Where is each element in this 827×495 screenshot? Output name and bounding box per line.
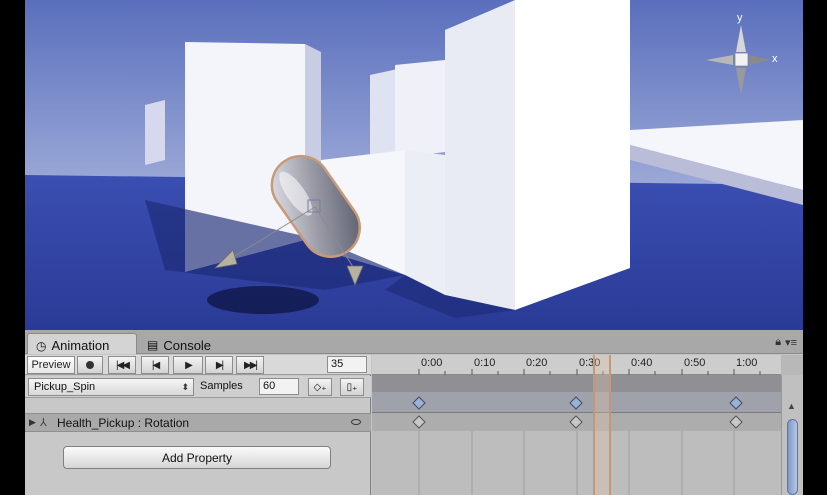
- last-key-button[interactable]: ▶▶|: [236, 356, 264, 374]
- tick-label: 0:20: [526, 357, 548, 369]
- dopesheet-timeline[interactable]: 0:00 0:10 0:20 0:30 0:40 0:50 1:00 ▲: [372, 355, 803, 495]
- vertical-scrollbar[interactable]: ▲: [781, 375, 803, 495]
- tab-console[interactable]: ▤ Console: [139, 333, 239, 354]
- property-row[interactable]: ▶ ⅄ Health_Pickup : Rotation: [25, 413, 371, 432]
- animation-window: ◷ Animation ▤ Console 🔒︎ ▾≡ Preview |◀◀ …: [25, 330, 803, 495]
- dropdown-arrow-icon: ⬍: [181, 382, 189, 392]
- tick-label: 0:00: [421, 357, 443, 369]
- current-frame-field[interactable]: 35: [327, 356, 367, 373]
- clip-row: Pickup_Spin ⬍ Samples 60 ◇₊ ▯₊: [25, 376, 371, 398]
- first-key-icon: |◀◀: [116, 359, 130, 371]
- lock-icon[interactable]: 🔒︎: [775, 336, 781, 349]
- add-property-label: Add Property: [161, 450, 233, 465]
- play-button[interactable]: ▶: [173, 356, 203, 374]
- gizmo-x-label: x: [772, 53, 778, 65]
- clip-name: Pickup_Spin: [34, 381, 96, 393]
- window-controls: 🔒︎ ▾≡: [775, 336, 797, 349]
- add-keyframe-icon: ◇₊: [313, 381, 327, 393]
- clip-dropdown[interactable]: Pickup_Spin ⬍: [28, 378, 194, 396]
- tick-label: 0:50: [684, 357, 706, 369]
- time-ruler[interactable]: 0:00 0:10 0:20 0:30 0:40 0:50 1:00: [372, 355, 781, 375]
- samples-field[interactable]: 60: [259, 378, 299, 395]
- preview-label: Preview: [31, 359, 71, 371]
- tab-console-label: Console: [163, 337, 212, 353]
- clock-icon: ◷: [36, 338, 47, 353]
- last-key-icon: ▶▶|: [244, 359, 258, 371]
- playhead[interactable]: [590, 355, 620, 495]
- next-key-button[interactable]: ▶|: [205, 356, 233, 374]
- left-panel: Preview |◀◀ |◀ ▶ ▶| ▶▶| 35 Pickup_Spin ⬍…: [25, 355, 371, 495]
- record-icon: [86, 361, 94, 369]
- add-property-button[interactable]: Add Property: [63, 446, 331, 469]
- tab-bar: ◷ Animation ▤ Console 🔒︎ ▾≡: [25, 330, 803, 354]
- play-icon: ▶: [185, 359, 193, 371]
- scroll-up-icon[interactable]: ▲: [787, 401, 796, 411]
- scene-render: y x: [25, 0, 803, 330]
- gizmo-y-label: y: [737, 12, 743, 24]
- scene-view[interactable]: y x: [25, 0, 803, 330]
- add-event-button[interactable]: ▯₊: [340, 378, 364, 396]
- keyframe-tracks[interactable]: [372, 375, 781, 495]
- document-icon: ▤: [147, 338, 159, 352]
- tick-label: 1:00: [736, 357, 758, 369]
- menu-icon[interactable]: ▾≡: [785, 336, 797, 349]
- transform-icon: ⅄: [40, 417, 47, 429]
- add-keyframe-button[interactable]: ◇₊: [308, 378, 332, 396]
- preview-button[interactable]: Preview: [27, 356, 75, 374]
- prev-key-button[interactable]: |◀: [141, 356, 169, 374]
- add-event-icon: ▯₊: [346, 381, 358, 393]
- tab-animation-label: Animation: [51, 338, 110, 353]
- next-key-icon: ▶|: [215, 359, 224, 371]
- scroll-thumb[interactable]: [787, 419, 798, 495]
- property-label: Health_Pickup : Rotation: [57, 416, 190, 430]
- prev-key-icon: |◀: [151, 359, 160, 371]
- first-key-button[interactable]: |◀◀: [108, 356, 136, 374]
- tab-animation[interactable]: ◷ Animation: [27, 333, 137, 354]
- expand-triangle-icon[interactable]: ▶: [29, 417, 36, 428]
- animation-toolbar: Preview |◀◀ |◀ ▶ ▶| ▶▶| 35: [25, 355, 371, 375]
- tick-label: 0:40: [631, 357, 653, 369]
- curve-toggle-icon[interactable]: [351, 419, 361, 425]
- samples-label: Samples: [200, 380, 243, 392]
- record-button[interactable]: [77, 356, 103, 374]
- tick-label: 0:10: [474, 357, 496, 369]
